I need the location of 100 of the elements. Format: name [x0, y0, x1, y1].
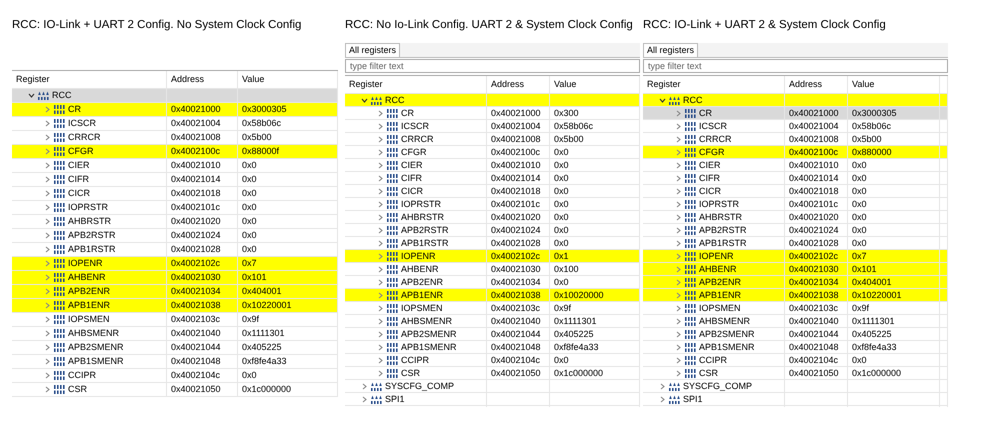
table-row[interactable]: RCC — [12, 89, 338, 103]
tab[interactable]: All registers — [643, 43, 698, 57]
filter-field[interactable]: type filter text — [643, 59, 948, 73]
table-row[interactable]: CFGR 0x4002100c 0x88000f — [12, 145, 338, 159]
value-text: 0x5b00 — [554, 133, 584, 146]
filter-field[interactable]: type filter text — [345, 59, 640, 73]
table-row[interactable]: IOPENR 0x4002102c 0x7 — [643, 250, 948, 263]
table-row[interactable]: SYSCFG_COMP — [345, 380, 640, 393]
table-row[interactable]: APB1ENR 0x40021038 0x10220001 — [12, 299, 338, 313]
address-text: 0x40021004 — [789, 120, 839, 133]
table-row[interactable]: APB1SMENR 0x40021048 0xf8fe4a33 — [345, 341, 640, 354]
register-name: IOPENR — [401, 250, 436, 263]
table-row[interactable]: AHBRSTR 0x40021020 0x0 — [345, 211, 640, 224]
table-row[interactable]: CR 0x40021000 0x3000305 — [12, 103, 338, 117]
column-header[interactable]: Value — [242, 71, 264, 88]
table-row[interactable]: APB1ENR 0x40021038 0x10220001 — [643, 289, 948, 302]
table-row[interactable]: IOPENR 0x4002102c 0x7 — [12, 257, 338, 271]
table-row[interactable]: APB2SMENR 0x40021044 0x405225 — [345, 328, 640, 341]
table-row[interactable]: CIER 0x40021010 0x0 — [345, 159, 640, 172]
register-name: CICR — [699, 185, 721, 198]
register-name: APB2ENR — [401, 276, 444, 289]
table-row[interactable]: APB2RSTR 0x40021024 0x0 — [12, 229, 338, 243]
column-header[interactable]: Register — [349, 76, 383, 93]
table-row[interactable]: CIFR 0x40021014 0x0 — [345, 172, 640, 185]
value-text: 0x300 — [554, 107, 579, 120]
table-row[interactable]: ICSCR 0x40021004 0x58b06c — [345, 120, 640, 133]
table-row[interactable]: CCIPR 0x4002104c 0x0 — [12, 369, 338, 383]
table-row[interactable]: AHBRSTR 0x40021020 0x0 — [643, 211, 948, 224]
table-row[interactable]: IOPRSTR 0x4002101c 0x0 — [643, 198, 948, 211]
table-row[interactable]: AHBSMENR 0x40021040 0x1111301 — [643, 315, 948, 328]
register-icon — [54, 231, 65, 240]
column-header[interactable]: Address — [491, 76, 524, 93]
chevron-icon[interactable] — [28, 92, 35, 100]
table-row[interactable]: APB1SMENR 0x40021048 0xf8fe4a33 — [643, 341, 948, 354]
table-row[interactable]: ICSCR 0x40021004 0x58b06c — [12, 117, 338, 131]
table-row[interactable]: IOPSMEN 0x4002103c 0x9f — [345, 302, 640, 315]
table-row[interactable]: AHBSMENR 0x40021040 0x1111301 — [345, 315, 640, 328]
register-icon — [685, 265, 696, 274]
table-row[interactable]: APB2ENR 0x40021034 0x404001 — [12, 285, 338, 299]
table-row[interactable]: CFGR 0x4002100c 0x880000 — [643, 146, 948, 159]
table-row[interactable]: APB1SMENR 0x40021048 0xf8fe4a33 — [12, 355, 338, 369]
column-header[interactable]: Register — [16, 71, 50, 88]
table-row[interactable]: APB1ENR 0x40021038 0x10020000 — [345, 289, 640, 302]
column-header[interactable]: Address — [789, 76, 822, 93]
table-row[interactable]: CIER 0x40021010 0x0 — [12, 159, 338, 173]
register-name: APB2RSTR — [68, 229, 116, 242]
table-row[interactable]: CSR 0x40021050 0x1c000000 — [643, 367, 948, 380]
table-row[interactable]: CIFR 0x40021014 0x0 — [12, 173, 338, 187]
table-row[interactable]: APB2SMENR 0x40021044 0x405225 — [12, 341, 338, 355]
value-text: 0x3000305 — [242, 103, 287, 116]
table-row[interactable]: AHBSMENR 0x40021040 0x1111301 — [12, 327, 338, 341]
address-text: 0x40021044 — [491, 328, 541, 341]
table-row[interactable]: APB2RSTR 0x40021024 0x0 — [643, 224, 948, 237]
table-row[interactable]: RCC — [345, 94, 640, 107]
table-row[interactable]: APB2ENR 0x40021034 0x404001 — [643, 276, 948, 289]
chevron-icon[interactable] — [361, 97, 368, 104]
address-text: 0x40021030 — [789, 263, 839, 276]
table-row[interactable]: CSR 0x40021050 0x1c000000 — [12, 383, 338, 397]
table-row[interactable]: IOPENR 0x4002102c 0x1 — [345, 250, 640, 263]
table-row[interactable]: IOPRSTR 0x4002101c 0x0 — [345, 198, 640, 211]
table-row[interactable]: APB2RSTR 0x40021024 0x0 — [345, 224, 640, 237]
table-row[interactable]: AHBENR 0x40021030 0x101 — [12, 271, 338, 285]
table-row[interactable]: CCIPR 0x4002104c 0x0 — [345, 354, 640, 367]
table-row[interactable]: CICR 0x40021018 0x0 — [643, 185, 948, 198]
table-row[interactable]: CR 0x40021000 0x300 — [345, 107, 640, 120]
table-row[interactable]: CICR 0x40021018 0x0 — [345, 185, 640, 198]
address-text: 0x40021000 — [789, 107, 839, 120]
address-text: 0x40021020 — [171, 215, 221, 228]
table-row[interactable]: AHBENR 0x40021030 0x100 — [345, 263, 640, 276]
tab[interactable]: All registers — [345, 43, 400, 57]
table-row[interactable]: AHBRSTR 0x40021020 0x0 — [12, 215, 338, 229]
table-row[interactable]: CIFR 0x40021014 0x0 — [643, 172, 948, 185]
table-row[interactable]: SYSCFG_COMP — [643, 380, 948, 393]
table-row[interactable]: CICR 0x40021018 0x0 — [12, 187, 338, 201]
table-row[interactable]: CIER 0x40021010 0x0 — [643, 159, 948, 172]
column-header[interactable]: Address — [171, 71, 204, 88]
table-row[interactable]: RCC — [643, 94, 948, 107]
table-row[interactable]: CSR 0x40021050 0x1c000000 — [345, 367, 640, 380]
table-row[interactable]: SPI1 — [345, 393, 640, 406]
chevron-icon[interactable] — [659, 97, 666, 104]
table-row[interactable]: IOPSMEN 0x4002103c 0x9f — [643, 302, 948, 315]
table-row[interactable]: CRRCR 0x40021008 0x5b00 — [345, 133, 640, 146]
value-text: 0x1111301 — [554, 315, 597, 328]
register-name: AHBRSTR — [68, 215, 112, 228]
address-text: 0x4002101c — [171, 201, 220, 214]
table-row[interactable]: CR 0x40021000 0x3000305 — [643, 107, 948, 120]
address-text: 0x4002104c — [789, 354, 838, 367]
table-row[interactable]: IOPSMEN 0x4002103c 0x9f — [12, 313, 338, 327]
register-icon — [685, 291, 696, 300]
table-row[interactable]: AHBENR 0x40021030 0x101 — [643, 263, 948, 276]
table-row[interactable]: APB2SMENR 0x40021044 0x405225 — [643, 328, 948, 341]
column-header[interactable]: Value — [852, 76, 874, 93]
column-header[interactable]: Value — [554, 76, 576, 93]
table-row[interactable]: ICSCR 0x40021004 0x58b06c — [643, 120, 948, 133]
table-row[interactable]: CCIPR 0x4002104c 0x0 — [643, 354, 948, 367]
table-row[interactable]: CFGR 0x4002100c 0x0 — [345, 146, 640, 159]
column-header[interactable]: Register — [647, 76, 681, 93]
table-row[interactable]: IOPRSTR 0x4002101c 0x0 — [12, 201, 338, 215]
register-icon — [685, 226, 696, 236]
table-row[interactable]: SPI1 — [643, 393, 948, 406]
